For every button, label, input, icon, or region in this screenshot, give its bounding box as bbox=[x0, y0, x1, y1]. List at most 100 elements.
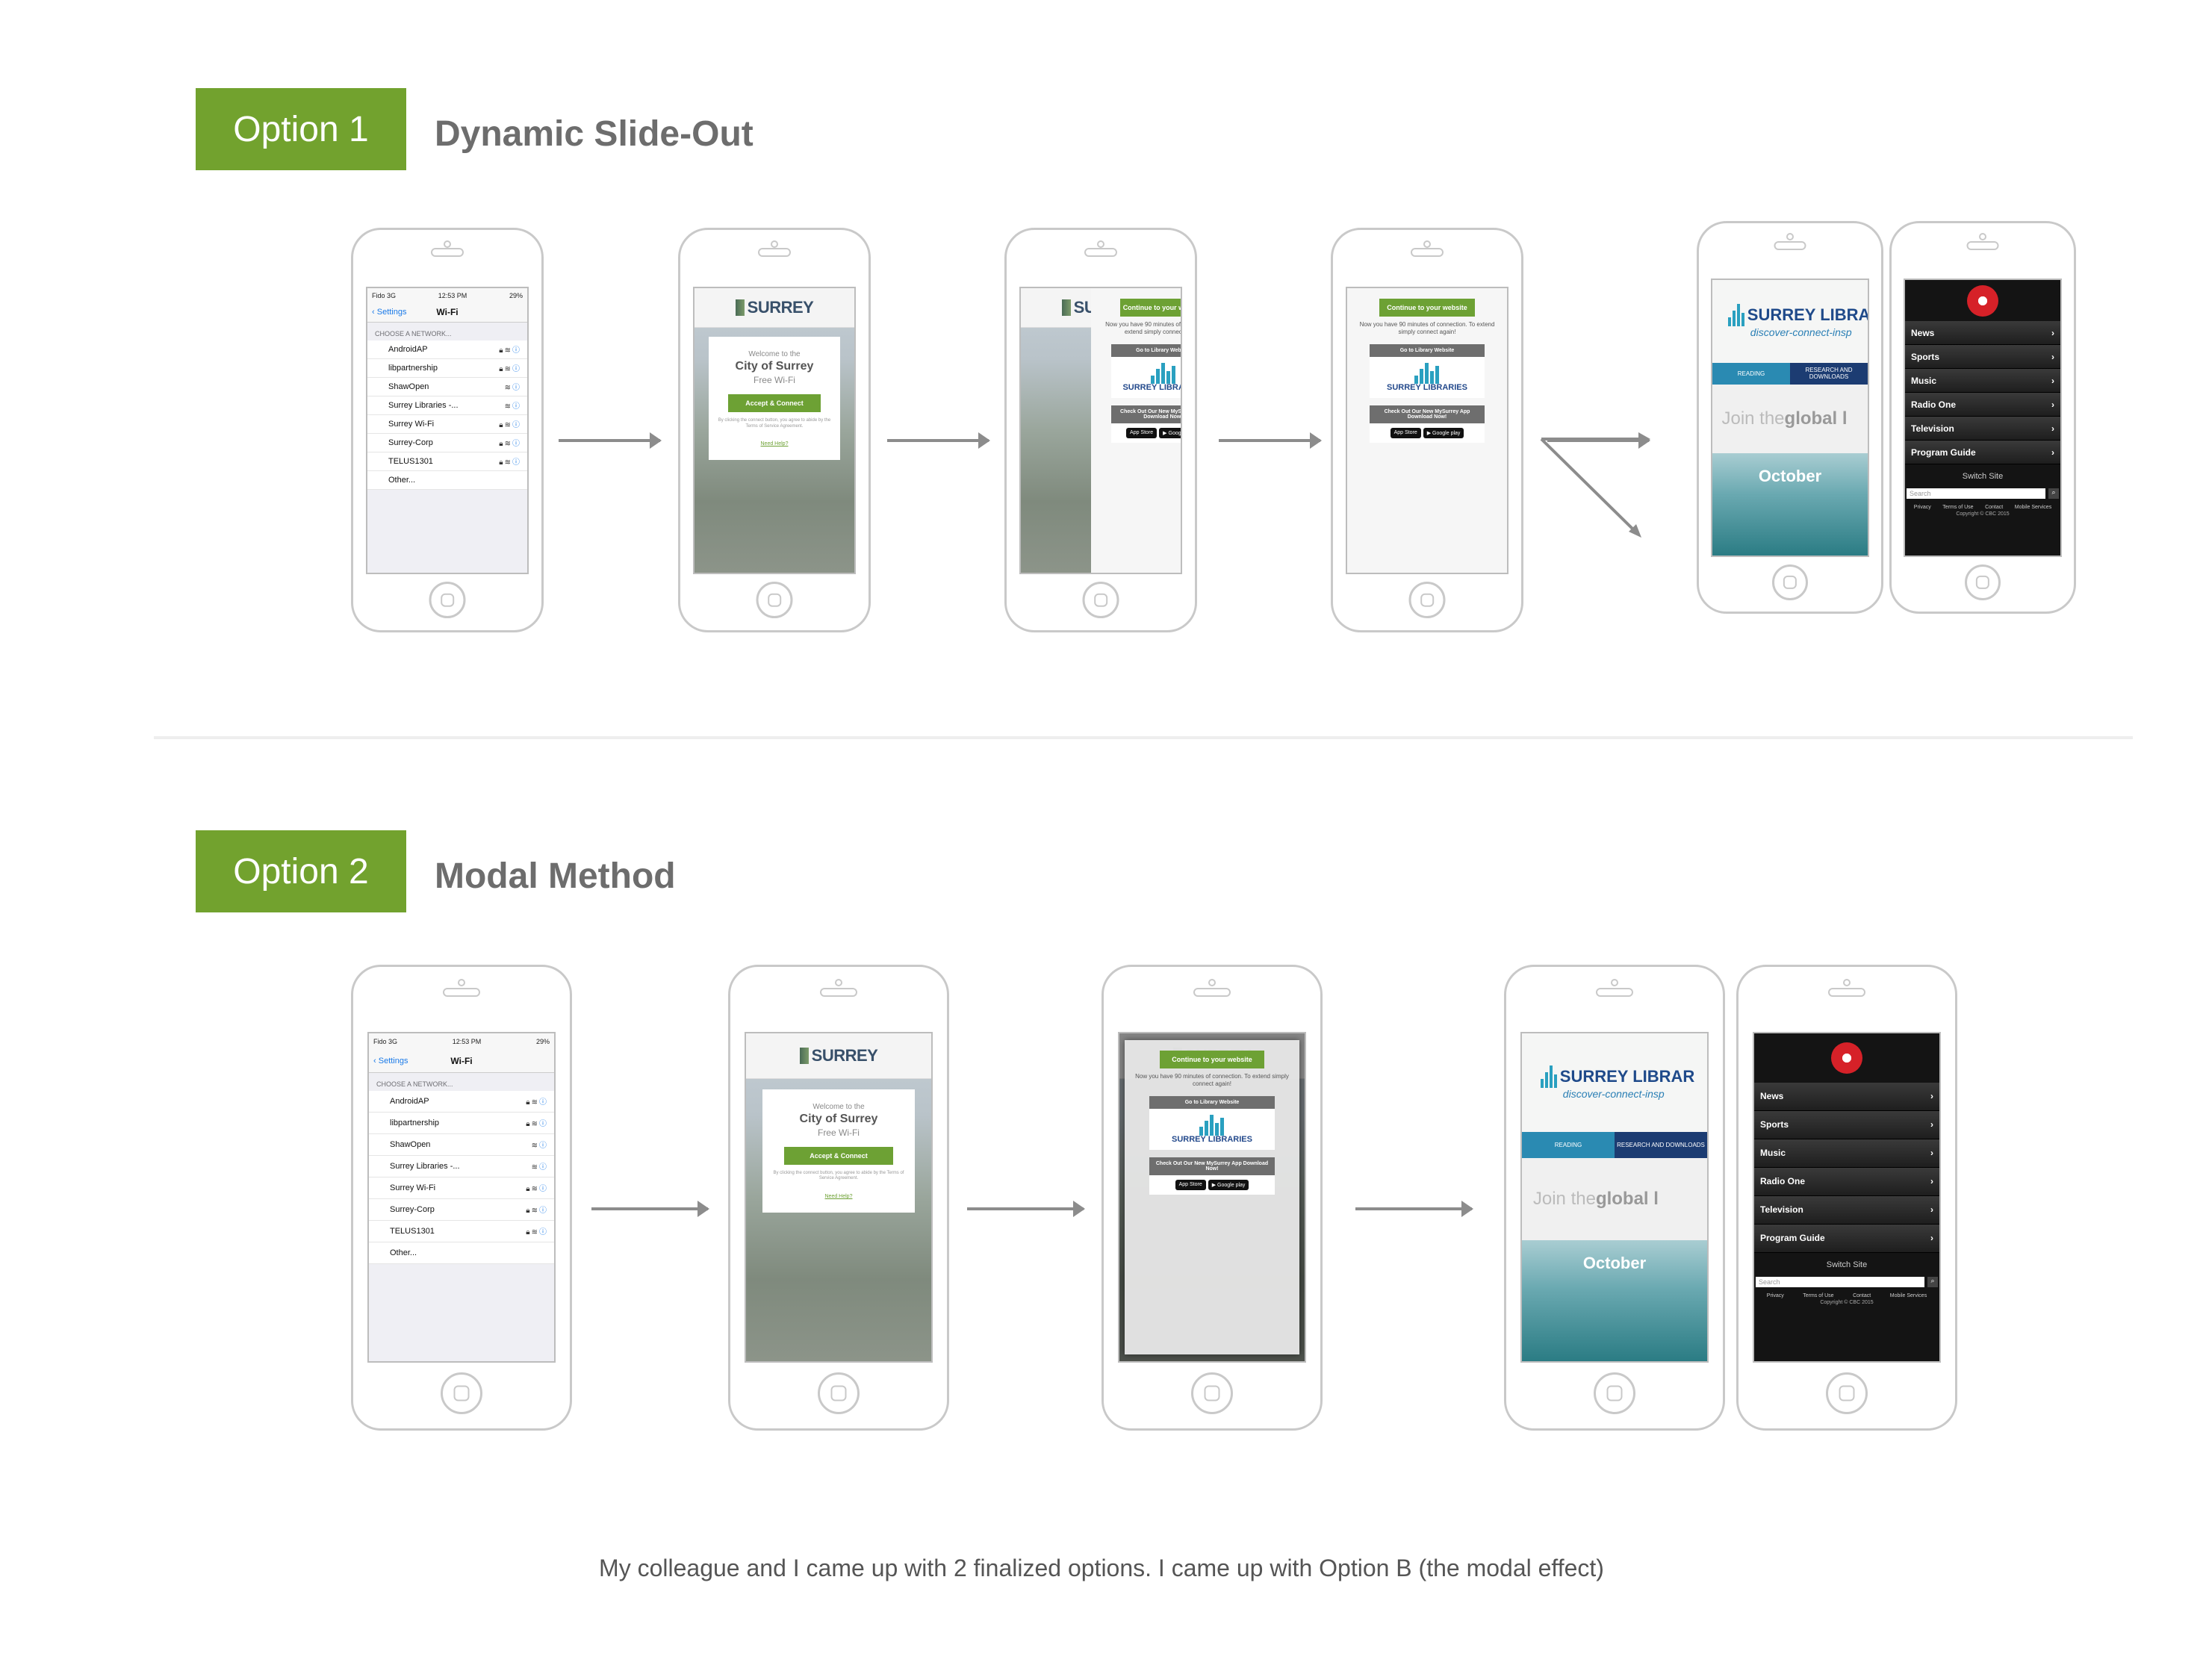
cbc-menu-item[interactable]: News › bbox=[1754, 1082, 1939, 1111]
app-store-button[interactable]: App Store bbox=[1390, 427, 1421, 438]
info-icon[interactable]: ⓘ bbox=[512, 458, 521, 467]
footer-link[interactable]: Terms of Use bbox=[1803, 1293, 1833, 1298]
join-bold: global l bbox=[1595, 1188, 1659, 1209]
join-banner[interactable]: Join the global l bbox=[1712, 385, 1868, 454]
network-row[interactable]: TELUS1301 🔒︎≋ⓘ bbox=[369, 1221, 554, 1242]
section-header: CHOOSE A NETWORK... bbox=[376, 1080, 453, 1088]
tab-reading[interactable]: READING bbox=[1712, 362, 1790, 385]
home-button[interactable] bbox=[756, 582, 793, 618]
info-icon[interactable]: ⓘ bbox=[539, 1098, 548, 1107]
info-icon[interactable]: ⓘ bbox=[512, 346, 521, 355]
home-button[interactable] bbox=[818, 1372, 860, 1414]
home-button[interactable] bbox=[1191, 1372, 1233, 1414]
status-bar: Fido 3G 12:53 PM 29% bbox=[369, 1033, 554, 1050]
tab-research[interactable]: RESEARCH AND DOWNLOADS bbox=[1790, 362, 1868, 385]
home-button[interactable] bbox=[1772, 564, 1808, 600]
tab-research[interactable]: RESEARCH AND DOWNLOADS bbox=[1615, 1131, 1707, 1158]
info-icon[interactable]: ⓘ bbox=[512, 421, 521, 429]
accept-connect-button[interactable]: Accept & Connect bbox=[727, 393, 821, 412]
home-button[interactable] bbox=[1408, 582, 1446, 618]
back-button[interactable]: ‹ Settings bbox=[373, 1057, 408, 1065]
footer-link[interactable]: Contact bbox=[1853, 1293, 1871, 1298]
continue-button[interactable]: Continue to your website bbox=[1160, 1050, 1264, 1068]
need-help-link[interactable]: Need Help? bbox=[768, 1194, 908, 1199]
need-help-link[interactable]: Need Help? bbox=[715, 441, 833, 447]
network-row[interactable]: AndroidAP 🔒︎≋ⓘ bbox=[367, 340, 527, 359]
cbc-menu-item[interactable]: Radio One › bbox=[1905, 393, 2060, 417]
footer-link[interactable]: Terms of Use bbox=[1942, 505, 1973, 510]
google-play-button[interactable]: ▶ Google play bbox=[1423, 427, 1464, 438]
library-bars-icon bbox=[1122, 362, 1181, 384]
info-icon[interactable]: ⓘ bbox=[539, 1120, 548, 1128]
footer-link[interactable]: Mobile Services bbox=[2015, 505, 2051, 510]
google-play-button[interactable]: ▶ Google play bbox=[1159, 427, 1181, 438]
network-row[interactable]: ShawOpen ≋ⓘ bbox=[369, 1134, 554, 1156]
cbc-menu-item[interactable]: Sports › bbox=[1905, 345, 2060, 370]
info-icon[interactable]: ⓘ bbox=[512, 365, 521, 373]
cbc-menu-item[interactable]: Television › bbox=[1754, 1195, 1939, 1225]
info-icon[interactable]: ⓘ bbox=[539, 1228, 548, 1236]
cbc-menu-item[interactable]: Music › bbox=[1754, 1139, 1939, 1168]
home-button[interactable] bbox=[1594, 1372, 1635, 1414]
back-button[interactable]: ‹ Settings bbox=[372, 308, 406, 317]
switch-site-button[interactable]: Switch Site bbox=[1754, 1253, 1939, 1277]
library-link[interactable]: SURREY LIBRARIES bbox=[1149, 1108, 1275, 1150]
home-button[interactable] bbox=[1826, 1372, 1868, 1414]
network-row[interactable]: Other... bbox=[369, 1242, 554, 1264]
network-row[interactable]: AndroidAP 🔒︎≋ⓘ bbox=[369, 1091, 554, 1113]
cbc-menu-item[interactable]: Sports › bbox=[1754, 1110, 1939, 1139]
cbc-logo bbox=[1754, 1033, 1939, 1083]
info-icon[interactable]: ⓘ bbox=[539, 1142, 548, 1150]
network-row[interactable]: libpartnership 🔒︎≋ⓘ bbox=[369, 1113, 554, 1134]
info-icon[interactable]: ⓘ bbox=[539, 1185, 548, 1193]
footer-link[interactable]: Contact bbox=[1985, 505, 2003, 510]
google-play-button[interactable]: ▶ Google play bbox=[1208, 1179, 1249, 1190]
info-icon[interactable]: ⓘ bbox=[539, 1207, 548, 1215]
cbc-menu-item[interactable]: Program Guide › bbox=[1754, 1224, 1939, 1253]
network-row[interactable]: Other... bbox=[367, 471, 527, 490]
october-banner[interactable]: October bbox=[1712, 453, 1868, 556]
cbc-menu-item[interactable]: Television › bbox=[1905, 417, 2060, 441]
library-link[interactable]: SURREY LIBRARIES bbox=[1111, 356, 1181, 398]
home-button[interactable] bbox=[1965, 564, 2001, 600]
home-button[interactable] bbox=[1082, 582, 1119, 618]
search-icon[interactable]: ⌕ bbox=[2048, 488, 2059, 500]
cbc-menu-item[interactable]: News › bbox=[1905, 321, 2060, 346]
cbc-menu-item[interactable]: Program Guide › bbox=[1905, 441, 2060, 465]
network-row[interactable]: Surrey-Corp 🔒︎≋ⓘ bbox=[369, 1199, 554, 1221]
network-row[interactable]: TELUS1301 🔒︎≋ⓘ bbox=[367, 452, 527, 471]
join-banner[interactable]: Join the global l bbox=[1522, 1157, 1707, 1240]
search-input[interactable]: Search bbox=[1756, 1276, 1924, 1287]
home-button[interactable] bbox=[429, 582, 466, 618]
footer-link[interactable]: Privacy bbox=[1767, 1293, 1784, 1298]
search-input[interactable]: Search bbox=[1907, 488, 2045, 500]
network-row[interactable]: Surrey-Corp 🔒︎≋ⓘ bbox=[367, 434, 527, 452]
footer-link[interactable]: Privacy bbox=[1914, 505, 1931, 510]
app-store-button[interactable]: App Store bbox=[1126, 427, 1158, 438]
camera-icon bbox=[1208, 979, 1216, 986]
library-link[interactable]: SURREY LIBRARIES bbox=[1369, 356, 1485, 398]
cbc-menu-item[interactable]: Radio One › bbox=[1754, 1167, 1939, 1196]
continue-button[interactable]: Continue to your website bbox=[1119, 299, 1181, 317]
cbc-menu-item[interactable]: Music › bbox=[1905, 369, 2060, 393]
app-store-button[interactable]: App Store bbox=[1175, 1179, 1206, 1190]
switch-site-button[interactable]: Switch Site bbox=[1905, 464, 2060, 488]
continue-button[interactable]: Continue to your website bbox=[1379, 299, 1476, 317]
home-button[interactable] bbox=[441, 1372, 482, 1414]
network-row[interactable]: Surrey Libraries -... ≋ⓘ bbox=[369, 1156, 554, 1177]
network-row[interactable]: ShawOpen ≋ⓘ bbox=[367, 378, 527, 396]
surrey-logo: SURREY bbox=[735, 298, 814, 317]
footer-link[interactable]: Mobile Services bbox=[1890, 1293, 1927, 1298]
network-row[interactable]: libpartnership 🔒︎≋ⓘ bbox=[367, 359, 527, 378]
info-icon[interactable]: ⓘ bbox=[512, 402, 521, 411]
info-icon[interactable]: ⓘ bbox=[512, 384, 521, 392]
accept-connect-button[interactable]: Accept & Connect bbox=[783, 1146, 894, 1165]
october-banner[interactable]: October bbox=[1522, 1239, 1707, 1361]
info-icon[interactable]: ⓘ bbox=[512, 440, 521, 448]
network-row[interactable]: Surrey Libraries -... ≋ⓘ bbox=[367, 396, 527, 415]
search-icon[interactable]: ⌕ bbox=[1927, 1276, 1938, 1287]
network-row[interactable]: Surrey Wi-Fi 🔒︎≋ⓘ bbox=[367, 415, 527, 434]
tab-reading[interactable]: READING bbox=[1522, 1131, 1615, 1158]
info-icon[interactable]: ⓘ bbox=[539, 1163, 548, 1172]
network-row[interactable]: Surrey Wi-Fi 🔒︎≋ⓘ bbox=[369, 1177, 554, 1199]
